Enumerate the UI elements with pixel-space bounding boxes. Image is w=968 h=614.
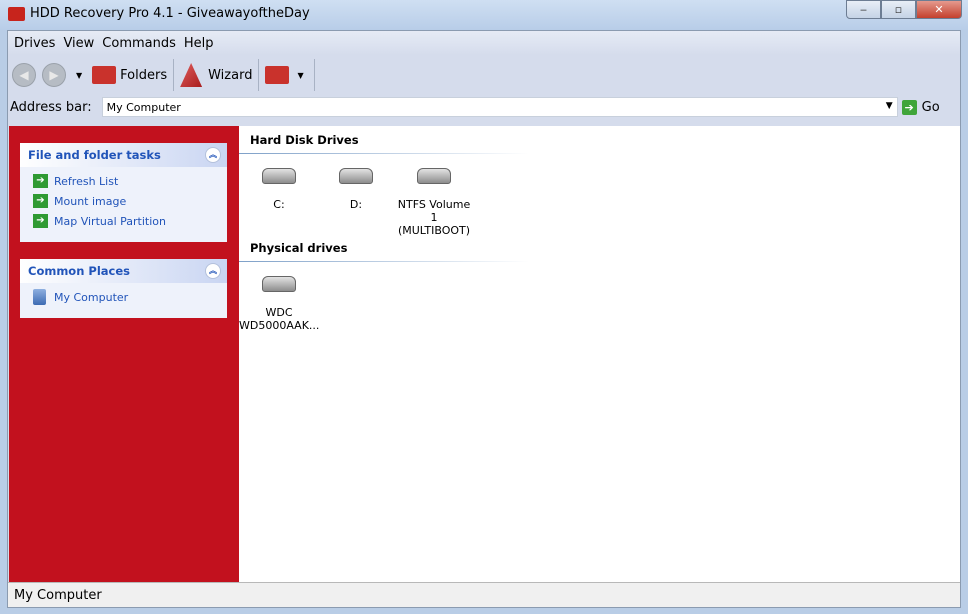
go-button[interactable]: ➔ Go [901, 99, 940, 115]
panel-title: File and folder tasks [28, 148, 161, 162]
close-button[interactable]: ✕ [916, 0, 962, 19]
arrow-right-icon: ➔ [33, 214, 48, 228]
app-icon [8, 7, 25, 21]
collapse-icon[interactable]: ︽ [205, 147, 221, 163]
menu-commands[interactable]: Commands [102, 36, 176, 51]
chevron-down-icon[interactable]: ▼ [886, 101, 893, 111]
address-bar: Address bar: My Computer ▼ ➔ Go [8, 95, 960, 119]
panel-title: Common Places [28, 264, 130, 278]
address-input[interactable]: My Computer ▼ [101, 97, 898, 117]
maximize-button[interactable]: ▫ [881, 0, 916, 19]
wizard-button[interactable]: Wizard [174, 59, 258, 91]
drive-list: Hard Disk Drives C: D: NTFS Volume 1 (MUL… [239, 126, 960, 582]
place-my-computer[interactable]: My Computer [20, 287, 227, 307]
computer-icon [33, 289, 46, 305]
title-bar: HDD Recovery Pro 4.1 - GiveawayoftheDay … [0, 0, 968, 30]
collapse-icon[interactable]: ︽ [205, 263, 221, 279]
folder-icon [92, 66, 117, 84]
task-map-virtual-partition[interactable]: ➔ Map Virtual Partition [20, 211, 227, 231]
group-header-physical: Physical drives [250, 241, 348, 255]
file-folder-tasks-panel: File and folder tasks ︽ ➔ Refresh List ➔ Mo… [20, 143, 227, 242]
toolbar: ◀ ▶ ▼ Folders Wizard ▼ [8, 55, 960, 95]
main-window: Drives View Commands Help ◀ ▶ ▼ Folders … [7, 30, 961, 608]
hard-drive-icon [417, 168, 451, 184]
address-label: Address bar: [10, 99, 92, 115]
actions-menu-button[interactable]: ▼ [259, 59, 313, 91]
drive-item[interactable]: NTFS Volume 1 (MULTIBOOT) [394, 168, 474, 237]
drive-item[interactable]: C: [239, 168, 319, 211]
window-title: HDD Recovery Pro 4.1 - GiveawayoftheDay [30, 6, 310, 21]
back-button[interactable]: ◀ [12, 63, 36, 87]
task-mount-image[interactable]: ➔ Mount image [20, 191, 227, 211]
arrow-right-icon: ➔ [33, 194, 48, 208]
arrow-right-icon: ➔ [33, 174, 48, 188]
minimize-button[interactable]: ‒ [846, 0, 881, 19]
forward-button[interactable]: ▶ [42, 63, 66, 87]
wizard-hat-icon [180, 63, 203, 87]
clapper-icon [265, 66, 290, 84]
group-header-hard-disk: Hard Disk Drives [250, 133, 359, 147]
go-arrow-icon: ➔ [901, 99, 917, 115]
hard-drive-icon [262, 276, 296, 292]
hard-drive-icon [339, 168, 373, 184]
history-dropdown-icon[interactable]: ▼ [76, 71, 82, 80]
folders-button[interactable]: Folders [86, 59, 173, 91]
task-sidebar: File and folder tasks ︽ ➔ Refresh List ➔ Mo… [9, 126, 239, 582]
common-places-panel: Common Places ︽ My Computer [20, 259, 227, 318]
menu-bar: Drives View Commands Help [8, 31, 960, 55]
menu-drives[interactable]: Drives [14, 36, 55, 51]
drive-item[interactable]: WDC WD5000AAK... [239, 276, 319, 332]
drive-item[interactable]: D: [316, 168, 396, 211]
hard-drive-icon [262, 168, 296, 184]
menu-view[interactable]: View [63, 36, 94, 51]
menu-help[interactable]: Help [184, 36, 214, 51]
status-bar: My Computer [8, 582, 960, 607]
task-refresh-list[interactable]: ➔ Refresh List [20, 171, 227, 191]
